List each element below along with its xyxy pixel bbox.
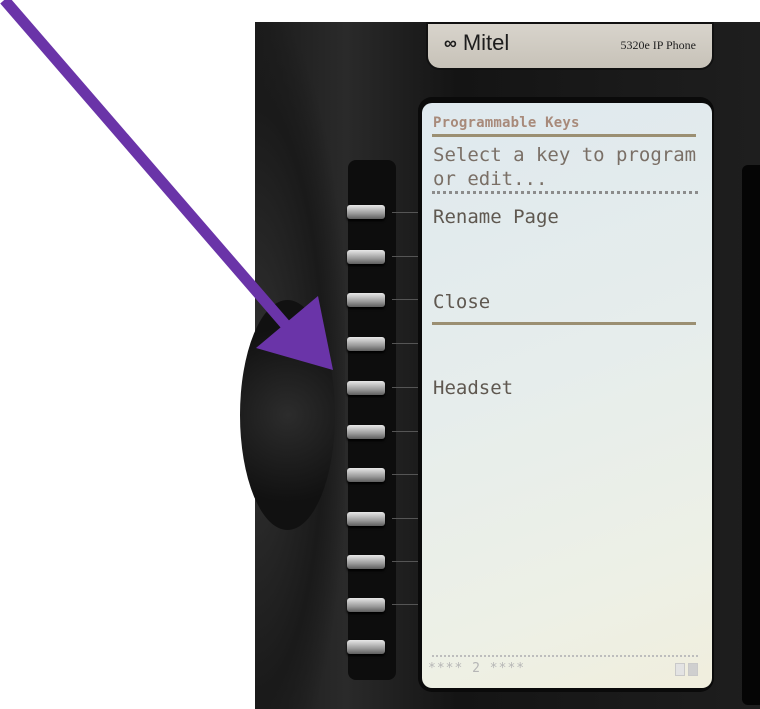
softkey-label-headset[interactable]: Headset [433, 377, 513, 399]
model-label: 5320e IP Phone [620, 38, 696, 52]
screen-header: Programmable Keys [433, 115, 580, 131]
speaker-grille [240, 300, 335, 530]
programmable-key-2[interactable] [347, 250, 385, 264]
section-rule [432, 322, 696, 325]
brand-logo: ∞ Mitel [444, 30, 509, 56]
phone-display: Programmable Keys Select a key to progra… [422, 103, 712, 688]
programmable-key-6[interactable] [347, 425, 385, 439]
page-indicator-icon [675, 663, 698, 676]
mitel-logo-icon: ∞ [444, 32, 457, 53]
programmable-key-7[interactable] [347, 468, 385, 482]
right-edge [742, 165, 760, 705]
prompt-line-2: or edit... [433, 168, 548, 190]
programmable-key-4[interactable] [347, 337, 385, 351]
page-icon [675, 663, 685, 676]
page-indicator: **** 2 **** [428, 661, 526, 676]
screen-prompt: Select a key to program or edit... [433, 143, 696, 191]
programmable-key-11[interactable] [347, 640, 385, 654]
prompt-line-1: Select a key to program [433, 144, 697, 166]
softkey-label-rename-page[interactable]: Rename Page [433, 206, 559, 228]
programmable-key-5[interactable] [347, 381, 385, 395]
programmable-key-3[interactable] [347, 293, 385, 307]
programmable-key-9[interactable] [347, 555, 385, 569]
softkey-label-close[interactable]: Close [433, 291, 490, 313]
programmable-key-10[interactable] [347, 598, 385, 612]
programmable-key-8[interactable] [347, 512, 385, 526]
footer-separator [432, 655, 698, 657]
nameplate: ∞ Mitel 5320e IP Phone [426, 22, 714, 70]
programmable-key-1[interactable] [347, 205, 385, 219]
page-icon [688, 663, 698, 676]
dotted-separator [432, 191, 698, 194]
brand-name: Mitel [462, 30, 510, 55]
header-rule [432, 134, 696, 137]
